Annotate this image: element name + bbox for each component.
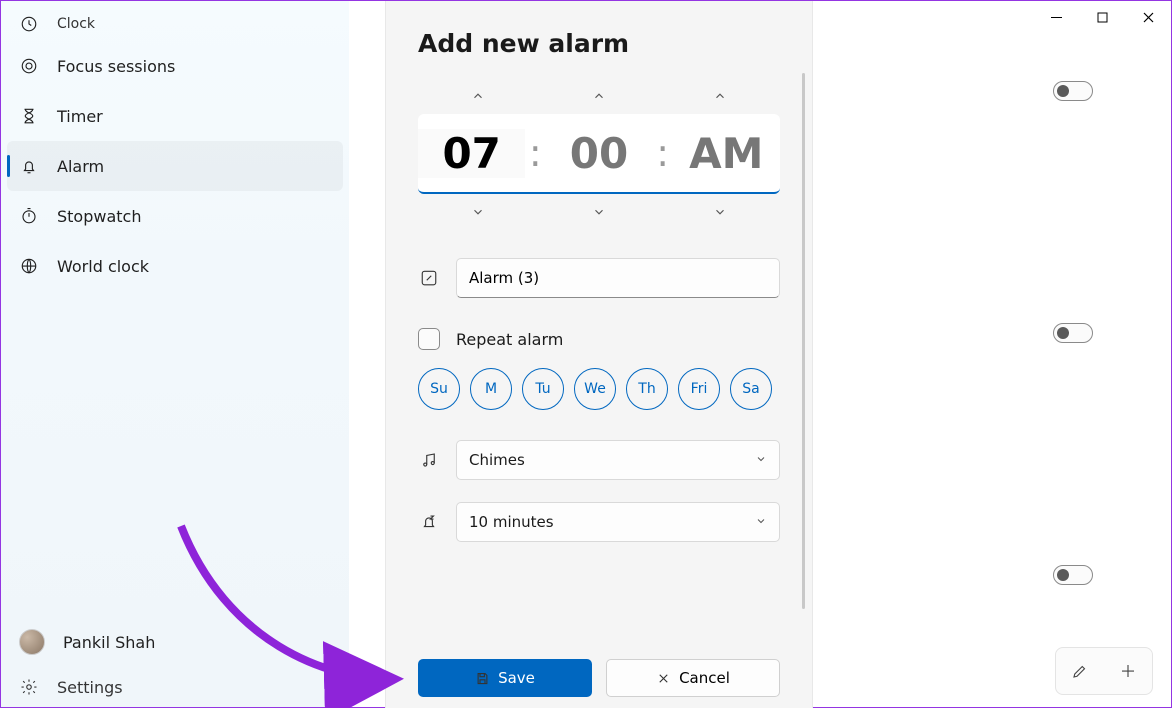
time-picker[interactable]: 07 : 00 : AM xyxy=(418,114,780,194)
sidebar-item-timer[interactable]: Timer xyxy=(1,91,349,141)
snooze-select[interactable]: 10 minutes xyxy=(456,502,780,542)
minute-cell[interactable]: 00 xyxy=(545,129,652,178)
avatar xyxy=(19,629,45,655)
chevron-down-icon xyxy=(755,451,767,469)
period-down-button[interactable] xyxy=(659,194,780,230)
repeat-label: Repeat alarm xyxy=(456,330,563,349)
day-mo[interactable]: M xyxy=(470,368,512,410)
sidebar-item-alarm[interactable]: Alarm xyxy=(7,141,343,191)
hourglass-icon xyxy=(19,106,39,126)
app-title-row: Clock xyxy=(1,7,349,41)
hour-down-button[interactable] xyxy=(418,194,539,230)
hour-up-button[interactable] xyxy=(418,78,539,114)
sidebar-item-label: Focus sessions xyxy=(57,57,175,76)
hour-cell[interactable]: 07 xyxy=(418,129,525,178)
sidebar-item-label: Settings xyxy=(57,678,123,697)
alarm-toggle[interactable] xyxy=(1053,323,1093,343)
minute-up-button[interactable] xyxy=(539,78,660,114)
edit-icon xyxy=(418,267,440,289)
sidebar-item-label: Alarm xyxy=(57,157,104,176)
repeat-checkbox[interactable] xyxy=(418,328,440,350)
user-account-row[interactable]: Pankil Shah xyxy=(1,617,349,667)
sidebar-item-focus[interactable]: Focus sessions xyxy=(1,41,349,91)
add-alarm-button[interactable] xyxy=(1104,648,1152,694)
alarm-toggle[interactable] xyxy=(1053,565,1093,585)
day-tu[interactable]: Tu xyxy=(522,368,564,410)
bell-icon xyxy=(19,156,39,176)
scrollbar[interactable] xyxy=(802,73,805,609)
sidebar-item-worldclock[interactable]: World clock xyxy=(1,241,349,291)
snooze-icon xyxy=(418,511,440,533)
day-picker: Su M Tu We Th Fri Sa xyxy=(418,368,780,410)
sidebar-item-stopwatch[interactable]: Stopwatch xyxy=(1,191,349,241)
sidebar-item-settings[interactable]: Settings xyxy=(1,667,349,707)
period-cell[interactable]: AM xyxy=(673,129,780,178)
cancel-button[interactable]: Cancel xyxy=(606,659,780,697)
day-th[interactable]: Th xyxy=(626,368,668,410)
minute-down-button[interactable] xyxy=(539,194,660,230)
minimize-button[interactable] xyxy=(1033,1,1079,33)
sidebar-item-label: World clock xyxy=(57,257,149,276)
day-we[interactable]: We xyxy=(574,368,616,410)
sidebar-item-label: Timer xyxy=(57,107,103,126)
app-title: Clock xyxy=(57,16,95,32)
gear-icon xyxy=(19,677,39,697)
period-up-button[interactable] xyxy=(659,78,780,114)
edit-alarms-button[interactable] xyxy=(1056,648,1104,694)
sound-select[interactable]: Chimes xyxy=(456,440,780,480)
clock-app-icon xyxy=(19,14,39,34)
panel-title: Add new alarm xyxy=(418,29,780,58)
alarm-name-input[interactable] xyxy=(456,258,780,298)
day-su[interactable]: Su xyxy=(418,368,460,410)
sidebar-item-label: Stopwatch xyxy=(57,207,141,226)
close-button[interactable] xyxy=(1125,1,1171,33)
maximize-button[interactable] xyxy=(1079,1,1125,33)
save-button[interactable]: Save xyxy=(418,659,592,697)
music-icon xyxy=(418,449,440,471)
chevron-down-icon xyxy=(755,513,767,531)
alarm-toggle[interactable] xyxy=(1053,81,1093,101)
stopwatch-icon xyxy=(19,206,39,226)
focus-icon xyxy=(19,56,39,76)
day-sa[interactable]: Sa xyxy=(730,368,772,410)
globe-icon xyxy=(19,256,39,276)
user-name: Pankil Shah xyxy=(63,633,155,652)
day-fr[interactable]: Fri xyxy=(678,368,720,410)
